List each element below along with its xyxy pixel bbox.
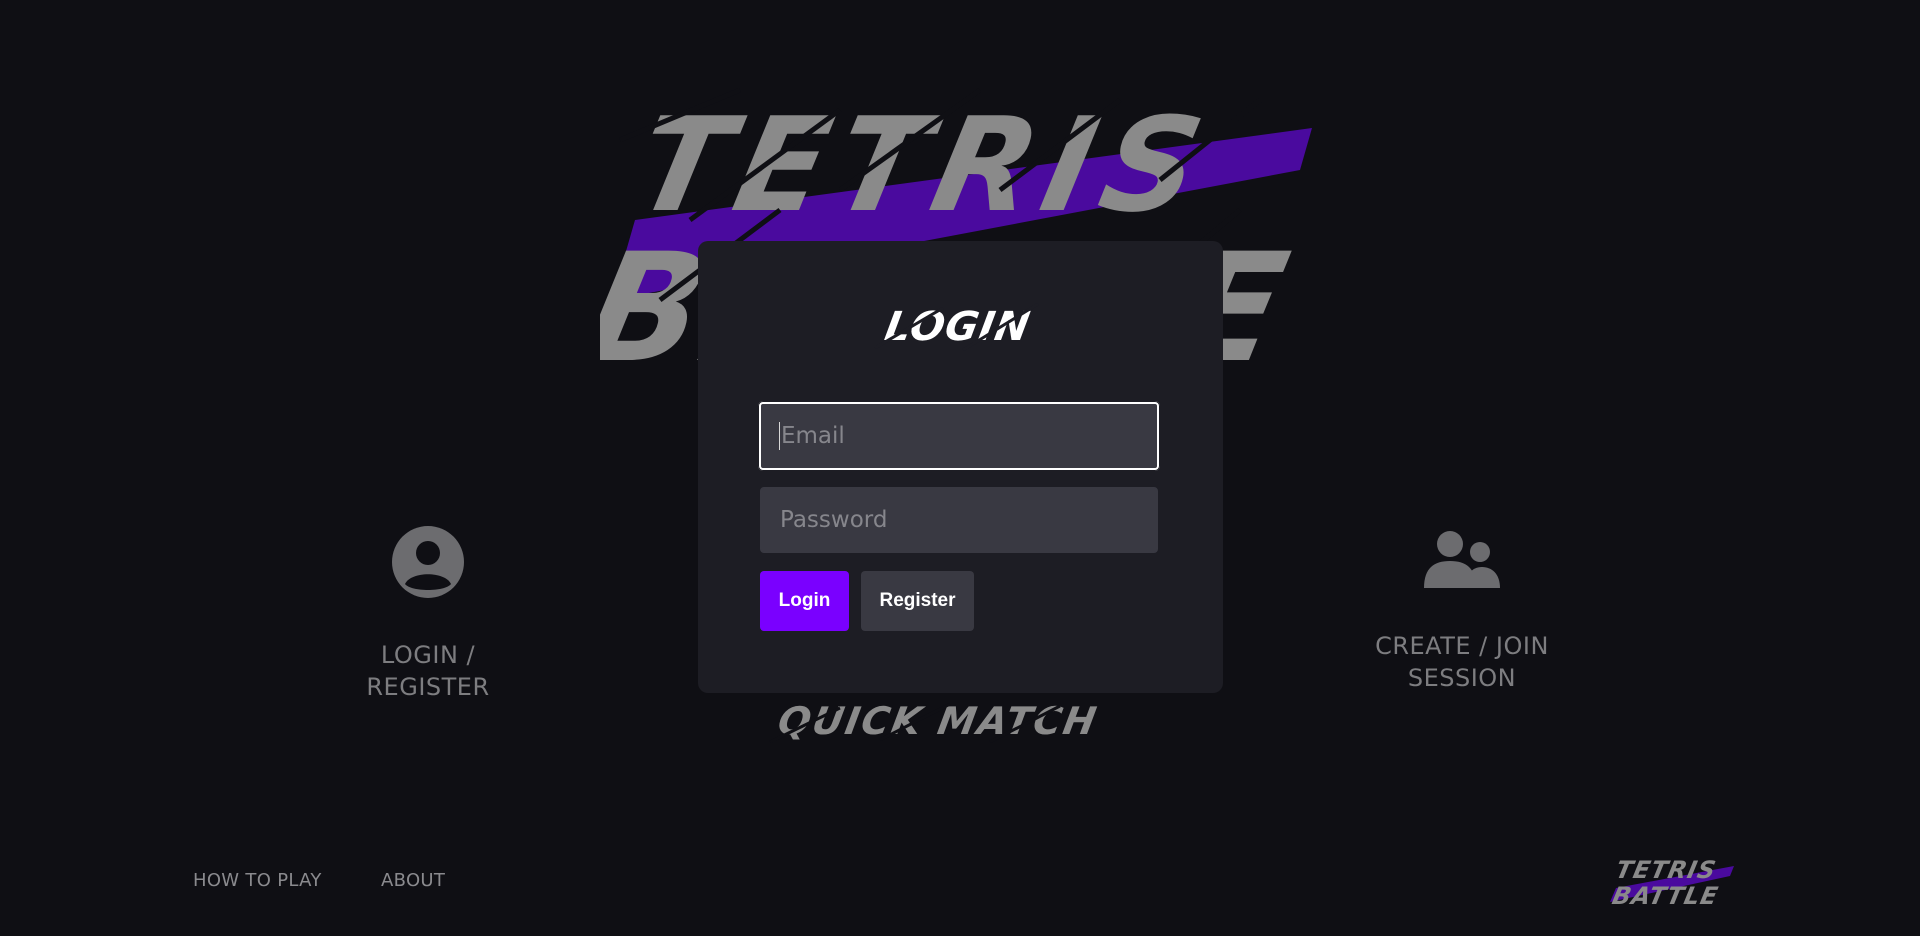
menu-login-register-label: LOGIN / REGISTER: [366, 641, 490, 701]
how-to-play-link[interactable]: HOW TO PLAY: [193, 870, 322, 891]
menu-quick-match[interactable]: QUICK MATCH: [760, 690, 1100, 750]
menu-create-join-session[interactable]: CREATE / JOIN SESSION: [1340, 528, 1584, 694]
register-button[interactable]: Register: [861, 571, 974, 631]
login-button-label: Login: [778, 590, 831, 611]
login-title-text: LOGIN: [881, 303, 1033, 350]
menu-login-register[interactable]: LOGIN / REGISTER: [330, 525, 526, 703]
login-title: LOGIN: [874, 302, 1039, 352]
page: BATTLE TETRIS LOGIN / REGISTER: [0, 0, 1920, 936]
small-logo[interactable]: TETRIS BATTLE: [1606, 852, 1736, 910]
text-caret: [779, 422, 780, 450]
email-placeholder: Email: [781, 423, 845, 449]
login-button[interactable]: Login: [760, 571, 849, 631]
password-field[interactable]: Password: [760, 487, 1158, 553]
users-icon: [1424, 531, 1500, 588]
small-logo-line2: BATTLE: [1610, 881, 1722, 910]
email-field[interactable]: Email: [758, 401, 1160, 471]
login-modal: LOGIN Email Password Login Register: [698, 241, 1223, 693]
register-button-label: Register: [879, 590, 956, 611]
password-placeholder: Password: [780, 507, 888, 533]
user-circle-icon: [392, 526, 464, 598]
about-link[interactable]: ABOUT: [381, 870, 445, 891]
quick-match-label: QUICK MATCH: [774, 699, 1100, 744]
small-logo-line1: TETRIS: [1613, 855, 1719, 884]
logo-line1-text: TETRIS: [624, 90, 1224, 241]
menu-create-join-label: CREATE / JOIN SESSION: [1375, 632, 1549, 692]
